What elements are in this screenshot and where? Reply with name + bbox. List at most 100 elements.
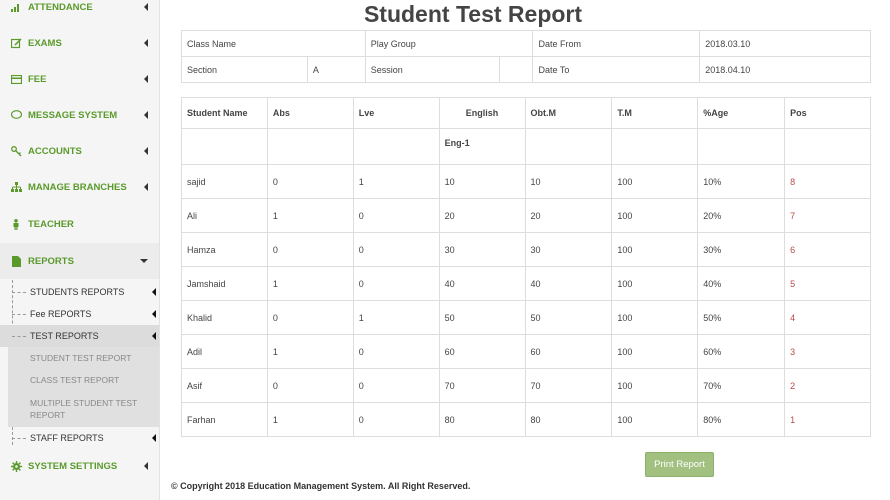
sidebar-item-attendance[interactable]: ATTENDANCE — [0, 0, 159, 25]
cell-percentage: 70% — [697, 368, 786, 403]
chevron-left-icon — [152, 434, 156, 442]
cell-position: 8 — [784, 164, 871, 199]
chevron-left-icon — [144, 3, 148, 11]
chevron-left-icon — [152, 288, 156, 296]
table-subheader-row: Eng-1 — [181, 128, 871, 165]
cell-abs: 1 — [266, 334, 354, 369]
table-header-row: Student Name Abs Lve English Obt.M T.M %… — [181, 97, 871, 129]
table-row: Adil 1 0 60 60 100 60% 3 — [181, 334, 871, 369]
header-position: Pos — [784, 97, 871, 129]
subsub-label: STUDENT TEST REPORT — [30, 353, 132, 363]
sidebar-subsub-class-test-report[interactable]: CLASS TEST REPORT — [8, 369, 159, 391]
sidebar-sub-students-reports[interactable]: STUDENTS REPORTS — [0, 281, 159, 303]
date-from-label: Date From — [532, 30, 701, 57]
sidebar-item-exams[interactable]: EXAMS — [0, 25, 159, 61]
chevron-left-icon — [144, 39, 148, 47]
info-row: Class Name Play Group Date From 2018.03.… — [181, 30, 871, 57]
cell-position: 2 — [784, 368, 871, 403]
sidebar-item-label: EXAMS — [28, 37, 62, 49]
table-row: Khalid 0 1 50 50 100 50% 4 — [181, 300, 871, 335]
cell-percentage: 30% — [697, 232, 786, 267]
sidebar-item-system-settings[interactable]: SYSTEM SETTINGS — [0, 448, 159, 484]
chevron-left-icon — [144, 183, 148, 191]
cell-abs: 0 — [266, 232, 354, 267]
cell-abs: 0 — [266, 164, 354, 199]
cell-student-name: Jamshaid — [181, 266, 268, 301]
sidebar-subsub-multiple-student-test-report[interactable]: MULTIPLE STUDENT TEST REPORT — [8, 391, 159, 427]
table-row: sajid 0 1 10 10 100 10% 8 — [181, 164, 871, 199]
header-abs: Abs — [266, 97, 354, 129]
cell-percentage: 40% — [697, 266, 786, 301]
chevron-down-icon — [140, 259, 148, 263]
cell-percentage: 80% — [697, 402, 786, 437]
cell-tm: 100 — [611, 198, 699, 233]
cell-abs: 0 — [266, 300, 354, 335]
info-row: Section A Session Date To 2018.04.10 — [181, 56, 871, 83]
header-student-name: Student Name — [181, 97, 268, 129]
cell-percentage: 20% — [697, 198, 786, 233]
cell-tm: 100 — [611, 402, 699, 437]
table-body: Eng-1 sajid 0 1 10 10 100 10% 8 Ali 1 0 20 20 100 20% 7… — [181, 128, 871, 437]
page-title: Student Test Report — [363, 1, 583, 27]
sub-item-label: Fee REPORTS — [30, 309, 92, 319]
session-label: Session — [364, 56, 500, 83]
sidebar-sub-test-reports[interactable]: TEST REPORTS — [0, 325, 159, 347]
table-row: Farhan 1 0 80 80 100 80% 1 — [181, 402, 871, 437]
sidebar-item-accounts[interactable]: ACCOUNTS — [0, 133, 159, 169]
cell-student-name: Adil — [181, 334, 268, 369]
sidebar-item-fee[interactable]: FEE — [0, 61, 159, 97]
sub-item-label: STUDENTS REPORTS — [30, 287, 125, 297]
edit-icon — [10, 37, 22, 49]
header-tm: T.M — [611, 97, 699, 129]
cell-tm: 100 — [611, 266, 699, 301]
cell-obtm: 10 — [524, 164, 613, 199]
cell-tm: 100 — [611, 300, 699, 335]
sidebar-item-label: SYSTEM SETTINGS — [28, 460, 118, 472]
cell-percentage: 50% — [697, 300, 786, 335]
cell-obtm: 30 — [524, 232, 613, 267]
sidebar-sub-staff-reports[interactable]: STAFF REPORTS — [0, 427, 159, 449]
footer-copyright: © Copyright 2018 Education Management Sy… — [171, 481, 471, 491]
sidebar-item-reports[interactable]: REPORTS — [0, 243, 159, 279]
sidebar-item-teacher[interactable]: TEACHER — [0, 206, 159, 242]
gear-icon — [10, 460, 22, 472]
cell-lve: 0 — [352, 334, 440, 369]
section-value: A — [306, 56, 366, 83]
cell-lve: 0 — [352, 232, 440, 267]
sidebar-item-label: ATTENDANCE — [28, 1, 93, 13]
table-row: Asif 0 0 70 70 100 70% 2 — [181, 368, 871, 403]
subsub-label: MULTIPLE STUDENT TEST REPORT — [30, 398, 138, 420]
table-row: Ali 1 0 20 20 100 20% 7 — [181, 198, 871, 233]
sidebar-item-label: MANAGE BRANCHES — [28, 181, 127, 193]
cell-student-name: Asif — [181, 368, 268, 403]
cell-obtm: 50 — [524, 300, 613, 335]
cell-tm: 100 — [611, 368, 699, 403]
sidebar-item-manage-branches[interactable]: MANAGE BRANCHES — [0, 169, 159, 205]
key-icon — [10, 145, 22, 157]
chat-icon — [10, 109, 22, 121]
sitemap-icon — [10, 181, 22, 193]
cell-percentage: 10% — [697, 164, 786, 199]
cell-obtm: 20 — [524, 198, 613, 233]
cell-student-name: sajid — [181, 164, 268, 199]
sidebar-item-label: FEE — [28, 73, 47, 85]
chevron-left-icon — [144, 147, 148, 155]
cell-position: 1 — [784, 402, 871, 437]
cell-obtm: 80 — [524, 402, 613, 437]
sidebar-sub-fee-reports[interactable]: Fee REPORTS — [0, 303, 159, 325]
cell-lve: 0 — [352, 266, 440, 301]
chevron-left-icon — [144, 111, 148, 119]
sidebar-item-label: REPORTS — [28, 255, 74, 267]
chevron-left-icon — [144, 462, 148, 470]
student-test-table: Student Name Abs Lve English Obt.M T.M %… — [181, 97, 871, 437]
cell-english: 10 — [438, 164, 526, 199]
print-report-button[interactable]: Print Report — [645, 452, 714, 477]
sidebar-item-message-system[interactable]: MESSAGE SYSTEM — [0, 97, 159, 133]
table-row: Jamshaid 1 0 40 40 100 40% 5 — [181, 266, 871, 301]
cell-position: 3 — [784, 334, 871, 369]
cell-student-name: Ali — [181, 198, 268, 233]
header-percentage: %Age — [697, 97, 786, 129]
sidebar-subsub-student-test-report[interactable]: STUDENT TEST REPORT — [8, 347, 159, 369]
sub-item-label: TEST REPORTS — [30, 331, 99, 341]
cell-position: 5 — [784, 266, 871, 301]
